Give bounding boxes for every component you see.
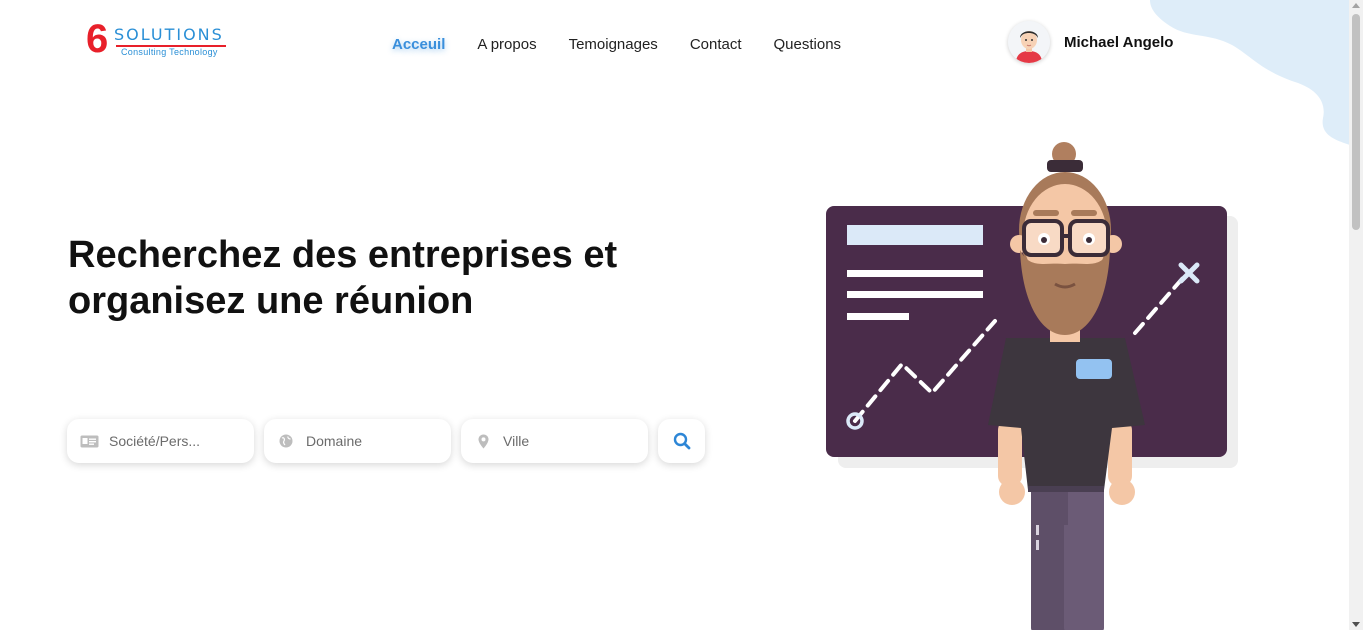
board-text-line (847, 291, 983, 298)
name-badge (1076, 359, 1112, 379)
company-input[interactable] (107, 432, 241, 450)
board-text-line (847, 270, 983, 277)
nav-item-questions[interactable]: Questions (774, 36, 842, 54)
avatar[interactable] (1008, 21, 1050, 63)
user-menu[interactable]: Michael Angelo (1008, 21, 1173, 63)
company-field[interactable] (67, 419, 254, 463)
hero-title: Recherchez des entreprises et organisez … (68, 232, 708, 324)
hero-illustration (826, 142, 1238, 630)
scroll-down-arrow-icon[interactable] (1352, 622, 1360, 627)
nav-item-acceuil[interactable]: Acceuil (392, 36, 445, 54)
hero-title-line-1: Recherchez des entreprises et (68, 234, 618, 276)
search-icon (673, 432, 690, 450)
globe-icon (276, 431, 296, 451)
id-card-icon (79, 431, 99, 451)
hero-title-line-2: organisez une réunion (68, 280, 474, 322)
page-scrollbar[interactable] (1349, 0, 1363, 630)
brand-logo[interactable]: 6 SOLUTIONS Consulting Technology (86, 19, 228, 60)
domain-input[interactable] (304, 432, 438, 450)
scrollbar-thumb[interactable] (1352, 14, 1360, 230)
nav-item-temoignages[interactable]: Temoignages (569, 36, 658, 54)
nav-item-contact[interactable]: Contact (690, 36, 742, 54)
user-avatar-icon (1008, 21, 1050, 63)
logo-word: SOLUTIONS (114, 25, 224, 44)
domain-field[interactable] (264, 419, 451, 463)
search-button[interactable] (658, 419, 705, 463)
logo-mark: 6 (86, 17, 109, 61)
city-field[interactable] (461, 419, 648, 463)
user-name: Michael Angelo (1064, 33, 1174, 51)
main-nav: Acceuil A propos Temoignages Contact Que… (392, 36, 873, 54)
search-bar (67, 419, 705, 463)
scroll-up-arrow-icon[interactable] (1352, 3, 1360, 8)
city-input[interactable] (501, 432, 635, 450)
map-pin-icon (473, 431, 493, 451)
logo-tagline: Consulting Technology (121, 47, 218, 57)
board-text-line (847, 313, 909, 320)
board-heading-bar (847, 225, 983, 245)
nav-item-a-propos[interactable]: A propos (477, 36, 536, 54)
